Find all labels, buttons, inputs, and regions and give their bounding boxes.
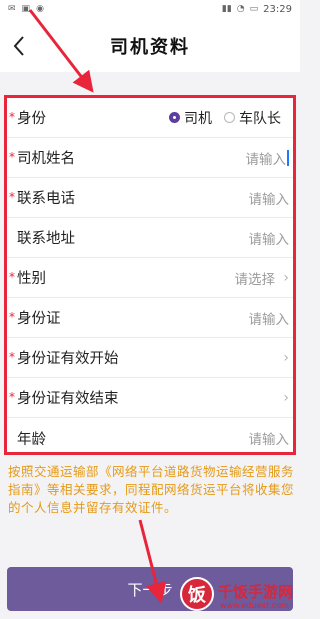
chevron-right-icon: › [283, 269, 289, 286]
field-label: 司机姓名 [17, 151, 75, 167]
radio-label: 司机 [184, 110, 212, 127]
watermark-name: 千饭手游网 [218, 583, 294, 601]
watermark-url: www.eduext.com [220, 601, 289, 610]
form-row-identity: * 身份 司机 车队长 [7, 98, 293, 138]
radio-driver[interactable]: 司机 [169, 108, 212, 128]
radio-checked-icon [169, 112, 180, 123]
battery-icon: ▭ [249, 4, 259, 14]
form-row-id-valid-start[interactable]: * 身份证有效开始 › [7, 338, 293, 378]
form-row-id-valid-end[interactable]: * 身份证有效结束 › [7, 378, 293, 418]
required-mark: * [9, 390, 15, 404]
field-label: 联系电话 [17, 191, 75, 207]
required-mark: * [9, 310, 15, 324]
phone-input[interactable]: 请输入 [249, 188, 290, 208]
status-time: 23:29 [263, 4, 292, 15]
image-icon: ▣ [21, 4, 31, 14]
radio-unchecked-icon [224, 112, 235, 123]
required-mark: * [9, 190, 15, 204]
gender-select[interactable]: 请选择 [235, 268, 276, 288]
form-row-age[interactable]: 年龄 请输入 [7, 418, 293, 458]
id-card-input[interactable]: 请输入 [249, 308, 290, 328]
back-button[interactable] [6, 32, 32, 60]
notification-icon: ✉ [8, 4, 16, 14]
driver-name-input[interactable]: 请输入 [245, 148, 289, 168]
field-label: 身份证有效结束 [17, 391, 119, 407]
text-caret [287, 149, 289, 166]
field-label: 性别 [17, 271, 46, 287]
chevron-left-icon [13, 36, 24, 56]
app-icon: ◉ [36, 4, 44, 14]
radio-label: 车队长 [239, 110, 281, 127]
chevron-right-icon[interactable]: › [283, 390, 289, 406]
field-label: 联系地址 [17, 231, 75, 247]
form-row-gender[interactable]: * 性别 请选择 › [7, 258, 293, 298]
placeholder: 请输入 [245, 151, 287, 168]
required-mark: * [9, 110, 15, 124]
chevron-right-icon[interactable]: › [283, 350, 289, 366]
field-label: 年龄 [17, 431, 46, 448]
header: 司机资料 [0, 20, 300, 72]
privacy-notice: 按照交通运输部《网络平台道路货物运输经营服务指南》等相关要求，同程配网络货运平台… [8, 464, 295, 515]
status-bar: ✉ ▣ ◉ ▮▮ ◔ ▭ 23:29 [0, 0, 300, 20]
form-row-driver-name[interactable]: * 司机姓名 请输入 [7, 138, 293, 178]
field-label: 身份证有效开始 [17, 351, 119, 367]
signal-icon: ▮▮ [221, 4, 232, 14]
page-title: 司机资料 [110, 37, 190, 58]
watermark-logo: 饭 [180, 577, 214, 611]
field-label: 身份证 [17, 311, 61, 327]
field-label: 身份 [17, 111, 46, 127]
identity-radio-group: 司机 车队长 [169, 108, 281, 128]
required-mark: * [9, 350, 15, 364]
form-row-address[interactable]: 联系地址 请输入 [7, 218, 293, 258]
radio-fleet-captain[interactable]: 车队长 [224, 108, 281, 128]
required-mark: * [9, 270, 15, 284]
driver-info-form: * 身份 司机 车队长 * 司机姓名 请输入 * 联系电话 请输入 联系地址 请… [4, 95, 296, 455]
form-row-id-card[interactable]: * 身份证 请输入 [7, 298, 293, 338]
site-watermark: 饭 千饭手游网 www.eduext.com [180, 575, 298, 615]
required-mark: * [9, 150, 15, 164]
age-input[interactable]: 请输入 [249, 428, 290, 448]
address-input[interactable]: 请输入 [249, 228, 290, 248]
wifi-icon: ◔ [236, 4, 245, 14]
form-row-phone[interactable]: * 联系电话 请输入 [7, 178, 293, 218]
